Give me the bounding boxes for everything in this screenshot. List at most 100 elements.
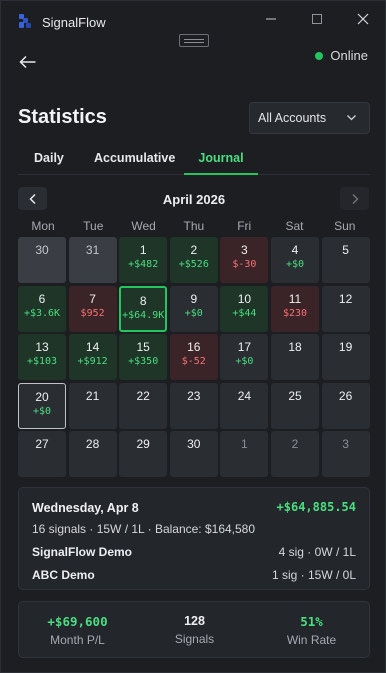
calendar-day-cell[interactable]: 2 +$526	[169, 237, 218, 283]
calendar-day-cell[interactable]: 1 +$482	[119, 237, 168, 283]
day-number: 4	[291, 243, 299, 257]
weekday-label: Tue	[83, 219, 104, 233]
calendar-day-cell[interactable]: 15 +$350	[119, 334, 168, 381]
day-pnl: +$0	[235, 356, 254, 368]
day-pnl: +$64.9K	[122, 309, 165, 321]
calendar-day-cell[interactable]: 24	[220, 382, 269, 429]
stat-signals: 128 Signals	[136, 614, 253, 646]
minimize-button[interactable]	[257, 9, 285, 29]
weekday-label: Sat	[285, 219, 304, 233]
calendar-day-cell[interactable]: 23	[169, 382, 218, 429]
day-number: 27	[35, 437, 49, 452]
day-number: 1	[241, 437, 248, 452]
account-select[interactable]: All Accounts	[249, 102, 370, 134]
account-name: ABC Demo	[32, 568, 95, 582]
day-pnl: +$482	[128, 259, 159, 270]
day-number: 3	[241, 243, 248, 257]
calendar-day-cell[interactable]: 28	[68, 431, 117, 478]
calendar-day-cell[interactable]: 31	[68, 237, 117, 283]
calendar-day-cell[interactable]: 29	[119, 431, 168, 478]
calendar-grid: 30 31 1 +$482 2 +$526 3 $-30 4 +$0 5 6 +$3.6K 7 $952 8 +…	[18, 237, 370, 478]
weekday-label: Wed	[131, 219, 156, 233]
calendar-day-cell[interactable]: 11 $230	[271, 285, 319, 332]
weekday-label: Thu	[183, 219, 205, 233]
day-number: 31	[85, 243, 100, 257]
calendar-day-cell[interactable]: 13 +$103	[18, 334, 66, 381]
calendar-day-cell[interactable]: 22	[119, 382, 168, 429]
stat-win-rate: 51% Win Rate	[253, 614, 370, 647]
day-number: 24	[237, 388, 252, 403]
day-number: 12	[338, 291, 353, 306]
maximize-button[interactable]	[303, 9, 331, 29]
calendar-day-cell[interactable]: 27	[18, 431, 66, 478]
day-number: 22	[136, 388, 150, 403]
detail-total: +$64,885.54	[276, 500, 356, 514]
calendar-day-cell[interactable]: 2	[271, 431, 319, 478]
day-detail-card: Wednesday, Apr 8 +$64,885.54 16 signals …	[18, 487, 370, 590]
next-month-button[interactable]	[340, 187, 369, 210]
day-pnl: +$0	[285, 259, 305, 270]
day-number: 5	[342, 243, 349, 257]
calendar-day-cell[interactable]: 21	[68, 382, 117, 429]
account-name: SignalFlow Demo	[32, 545, 133, 559]
calendar-day-cell[interactable]: 12	[321, 285, 370, 332]
day-pnl: +$350	[128, 356, 159, 368]
calendar-day-cell[interactable]: 30	[18, 237, 66, 283]
chevron-right-icon	[351, 193, 359, 204]
weekday-label: Mon	[31, 219, 55, 233]
day-number: 6	[38, 291, 46, 306]
day-pnl: $952	[80, 307, 105, 319]
tab-journal[interactable]: Journal	[184, 151, 258, 175]
calendar-day-cell[interactable]: 3 $-30	[220, 237, 269, 283]
stat-month-pl-value: +$69,600	[47, 614, 108, 629]
close-icon	[357, 13, 369, 25]
calendar-day-cell[interactable]: 16 $-52	[169, 334, 218, 381]
tab-accumulative[interactable]: Accumulative	[94, 151, 175, 175]
maximize-icon	[312, 14, 322, 24]
minimize-icon	[266, 18, 276, 20]
day-number: 19	[338, 340, 353, 355]
calendar-day-cell[interactable]: 10 +$44	[220, 285, 269, 332]
calendar-day-cell[interactable]: 9 +$0	[169, 285, 218, 332]
close-button[interactable]	[349, 9, 377, 29]
day-pnl: +$0	[32, 405, 52, 417]
calendar-day-cell[interactable]: 3	[321, 431, 370, 478]
calendar-day-cell[interactable]: 8 +$64.9K	[119, 285, 168, 332]
app-window: SignalFlow Online Statistics All Account…	[0, 0, 386, 673]
day-number: 18	[288, 340, 302, 355]
day-number: 3	[342, 437, 349, 452]
account-row: SignalFlow Demo 4 sig · 0W / 1L	[32, 545, 356, 561]
day-number: 11	[288, 291, 302, 306]
day-pnl: +$912	[77, 356, 108, 368]
calendar-day-cell[interactable]: 14 +$912	[68, 334, 117, 381]
detail-summary: 16 signals · 15W / 1L · Balance: $164,58…	[32, 522, 256, 536]
calendar-day-cell[interactable]: 1	[220, 431, 269, 478]
weekday-label: Sun	[334, 219, 356, 233]
back-button[interactable]	[15, 49, 41, 75]
calendar-day-cell[interactable]: 7 $952	[68, 285, 117, 332]
day-number: 26	[338, 388, 353, 403]
day-number: 28	[85, 437, 100, 452]
day-number: 2	[291, 437, 299, 452]
day-number: 16	[187, 340, 201, 355]
calendar-day-cell[interactable]: 26	[321, 382, 370, 429]
calendar-day-cell[interactable]: 17 +$0	[220, 334, 269, 381]
tab-bar: Daily Accumulative Journal	[18, 149, 370, 175]
stat-signals-value: 128	[184, 614, 205, 628]
day-number: 8	[139, 293, 147, 308]
calendar-day-cell[interactable]: 25	[271, 382, 319, 429]
calendar-day-cell[interactable]: 20 +$0	[18, 382, 66, 429]
stat-month-pl: +$69,600 Month P/L	[19, 614, 136, 647]
calendar-day-cell[interactable]: 19	[321, 334, 370, 381]
calendar-day-cell[interactable]: 30	[169, 431, 218, 478]
drag-handle-icon[interactable]	[179, 34, 209, 47]
month-stats-card: +$69,600 Month P/L 128 Signals 51% Win R…	[18, 601, 370, 658]
month-label: April 2026	[162, 192, 226, 207]
app-title: SignalFlow	[42, 15, 106, 30]
calendar-day-cell[interactable]: 6 +$3.6K	[18, 285, 66, 332]
calendar-day-cell[interactable]: 5	[321, 237, 370, 283]
tab-daily[interactable]: Daily	[34, 151, 64, 175]
stat-signals-label: Signals	[174, 632, 215, 646]
calendar-day-cell[interactable]: 4 +$0	[271, 237, 319, 283]
calendar-day-cell[interactable]: 18	[271, 334, 319, 381]
